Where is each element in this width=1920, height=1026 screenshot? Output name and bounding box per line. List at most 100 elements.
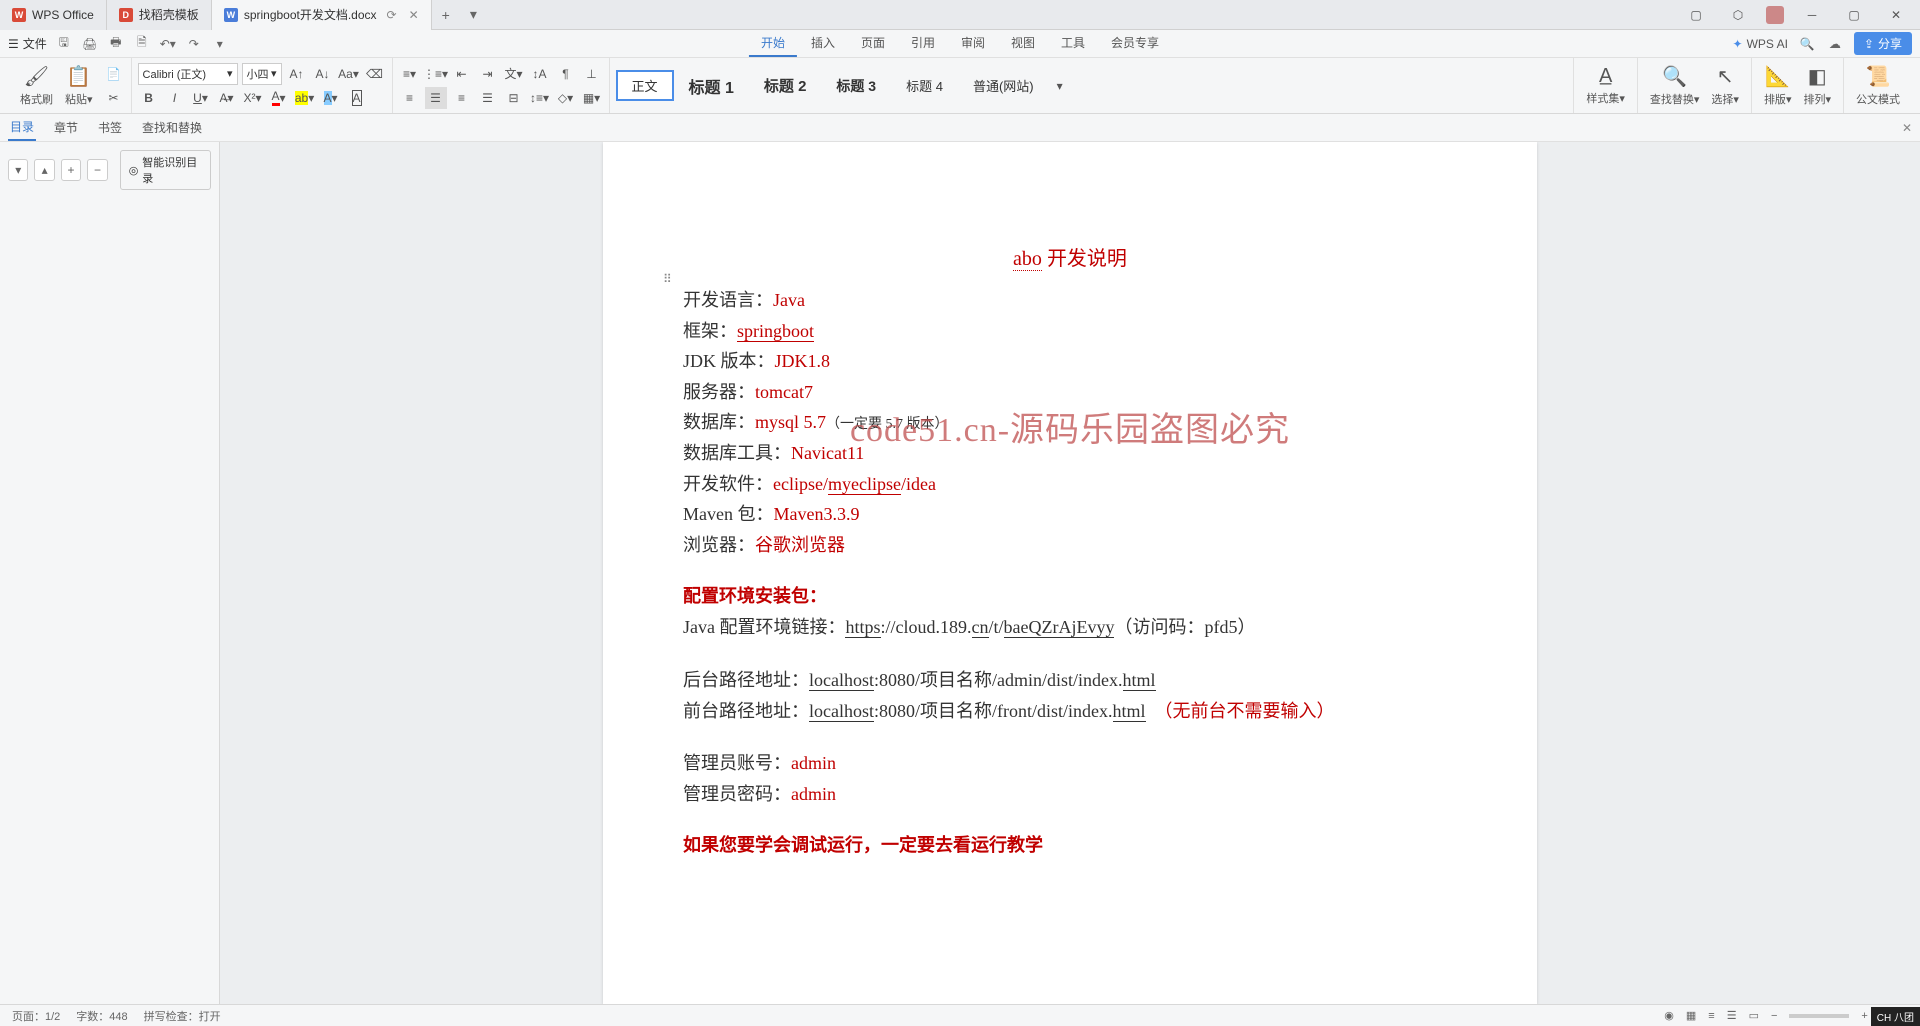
find-replace-button[interactable]: 🔍 查找替换▾ [1644,58,1706,113]
font-select[interactable]: Calibri (正文) ▾ [138,63,238,85]
copy-icon[interactable]: 📄 [103,63,125,85]
style-heading4[interactable]: 标题 4 [891,71,958,100]
sidebar-tab-bookmark[interactable]: 书签 [96,115,124,140]
font-effects-icon[interactable]: A [346,87,368,109]
align-center-icon[interactable]: ☰ [425,87,447,109]
close-tab-icon[interactable]: ✕ [409,8,419,22]
close-panel-icon[interactable]: ✕ [1902,121,1912,135]
refresh-icon[interactable]: ⟳ [387,8,397,22]
view-web-icon[interactable]: ≡ [1708,1010,1714,1022]
print-preview-icon[interactable]: 🖶 [107,35,125,53]
menu-tab-view[interactable]: 视图 [999,30,1047,57]
document-viewport[interactable]: ⠿ abo 开发说明 开发语言：Java 框架：springboot JDK 版… [220,142,1920,1004]
menu-tab-page[interactable]: 页面 [849,30,897,57]
smart-toc-button[interactable]: ◎ 智能识别目录 [120,150,211,190]
decrease-font-icon[interactable]: A↓ [312,63,334,85]
drag-handle-icon[interactable]: ⠿ [663,272,672,286]
italic-icon[interactable]: I [164,87,186,109]
bullet-list-icon[interactable]: ≡▾ [399,63,421,85]
styles-button[interactable]: A̲ 样式集▾ [1580,58,1631,113]
file-menu[interactable]: ☰ 文件 [8,35,47,52]
paste-button[interactable]: 📋 粘贴▾ [59,58,99,113]
style-heading3[interactable]: 标题 3 [821,71,891,101]
number-list-icon[interactable]: ⋮≡▾ [425,63,447,85]
change-case-icon[interactable]: Aa▾ [338,63,360,85]
line-spacing-icon[interactable]: ↕≡▾ [529,87,551,109]
toc-add-button[interactable]: + [61,159,81,181]
style-normal[interactable]: 正文 [616,70,674,101]
clear-format-icon[interactable]: ⌫ [364,63,386,85]
status-spell[interactable]: 拼写检查：打开 [144,1008,221,1024]
font-size-select[interactable]: 小四 ▾ [242,63,282,85]
toc-remove-button[interactable]: − [87,159,107,181]
app-tab-wps[interactable]: W WPS Office [0,0,107,30]
sidebar-tab-find[interactable]: 查找和替换 [140,115,204,140]
share-button[interactable]: ⇪ 分享 [1854,32,1912,55]
more-icon[interactable]: ▾ [211,35,229,53]
minimize-button[interactable]: ─ [1798,3,1826,27]
bold-icon[interactable]: B [138,87,160,109]
show-marks-icon[interactable]: ¶ [555,63,577,85]
align-right-icon[interactable]: ≡ [451,87,473,109]
view-mode-icon[interactable]: ◉ [1664,1009,1674,1022]
strikethrough-icon[interactable]: A̶▾ [216,87,238,109]
select-button[interactable]: ↖ 选择▾ [1705,58,1745,113]
wps-ai-button[interactable]: ✦ WPS AI [1733,37,1788,51]
export-icon[interactable]: 🗎 [133,35,151,53]
app-tab-document[interactable]: W springboot开发文档.docx ⟳ ✕ [212,0,432,30]
user-avatar-icon[interactable] [1766,6,1784,24]
search-icon[interactable]: 🔍 [1798,35,1816,53]
sidebar-tab-toc[interactable]: 目录 [8,114,36,141]
print-icon[interactable]: 🖨 [81,35,99,53]
toc-up-button[interactable]: ▴ [34,159,54,181]
menu-tab-review[interactable]: 审阅 [949,30,997,57]
view-read-icon[interactable]: ▭ [1749,1009,1759,1022]
cube-icon[interactable]: ⬡ [1724,3,1752,27]
format-brush-button[interactable]: 🖌 格式刷 [14,58,59,113]
underline-icon[interactable]: U▾ [190,87,212,109]
sidebar-tab-chapter[interactable]: 章节 [52,115,80,140]
gov-mode-button[interactable]: 📜 公文模式 [1850,58,1906,113]
increase-font-icon[interactable]: A↑ [286,63,308,85]
decrease-indent-icon[interactable]: ⇤ [451,63,473,85]
arrange-button[interactable]: ◧ 排列▾ [1797,58,1837,113]
zoom-in-icon[interactable]: + [1861,1010,1867,1022]
superscript-icon[interactable]: X²▾ [242,87,264,109]
menu-tab-insert[interactable]: 插入 [799,30,847,57]
menu-tab-reference[interactable]: 引用 [899,30,947,57]
window-device-icon[interactable]: ▢ [1682,3,1710,27]
view-print-icon[interactable]: ▦ [1686,1009,1696,1022]
view-outline-icon[interactable]: ☰ [1727,1009,1737,1022]
style-heading2[interactable]: 标题 2 [749,70,822,101]
menu-tab-start[interactable]: 开始 [749,30,797,57]
fill-color-icon[interactable]: ◇▾ [555,87,577,109]
status-words[interactable]: 字数：448 [76,1008,127,1024]
highlight-icon[interactable]: ab▾ [294,87,316,109]
style-heading1[interactable]: 标题 1 [674,69,749,103]
tab-menu-button[interactable]: ▾ [460,0,487,30]
style-web[interactable]: 普通(网站) [958,71,1049,100]
align-left-icon[interactable]: ≡ [399,87,421,109]
border-icon[interactable]: ▦▾ [581,87,603,109]
cloud-icon[interactable]: ☁ [1826,35,1844,53]
menu-tab-tools[interactable]: 工具 [1049,30,1097,57]
status-page[interactable]: 页面：1/2 [12,1008,60,1024]
maximize-button[interactable]: ▢ [1840,3,1868,27]
layout-button[interactable]: 📐 排版▾ [1758,58,1798,113]
font-color-icon[interactable]: A▾ [268,87,290,109]
add-tab-button[interactable]: + [432,0,460,30]
toc-collapse-button[interactable]: ▾ [8,159,28,181]
tabs-icon[interactable]: ⊥ [581,63,603,85]
justify-icon[interactable]: ☰ [477,87,499,109]
cut-icon[interactable]: ✂ [103,87,125,109]
style-scroll-icon[interactable]: ▾ [1049,75,1071,97]
distribute-icon[interactable]: ⊟ [503,87,525,109]
redo-icon[interactable]: ↷ [185,35,203,53]
text-direction-icon[interactable]: 文▾ [503,63,525,85]
save-icon[interactable]: 🖫 [55,35,73,53]
shading-icon[interactable]: A▾ [320,87,342,109]
increase-indent-icon[interactable]: ⇥ [477,63,499,85]
menu-tab-member[interactable]: 会员专享 [1099,30,1171,57]
zoom-out-icon[interactable]: − [1771,1010,1777,1022]
zoom-slider[interactable] [1789,1014,1849,1018]
